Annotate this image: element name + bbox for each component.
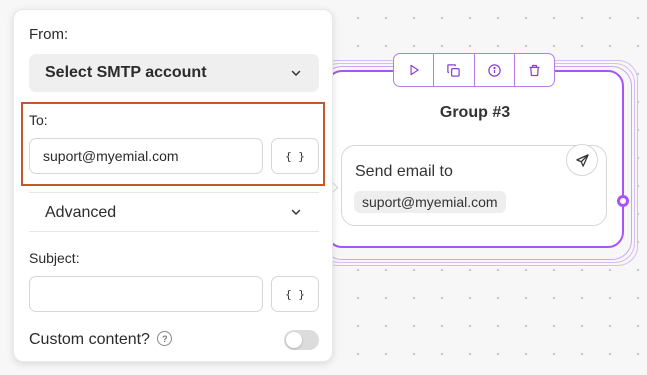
custom-content-label: Custom content? [29, 331, 150, 348]
from-label: From: [29, 26, 69, 43]
advanced-label: Advanced [45, 204, 117, 221]
play-icon [410, 64, 419, 76]
block-email-chip: suport@myemial.com [354, 191, 506, 213]
play-button[interactable] [394, 54, 435, 86]
group-connection-handle[interactable] [617, 195, 629, 207]
chevron-down-icon [291, 209, 301, 215]
subject-input[interactable] [29, 276, 263, 312]
toggle-knob [286, 332, 302, 348]
trash-icon [529, 64, 540, 76]
duplicate-icon [447, 63, 461, 77]
custom-content-row: Custom content? ? [29, 331, 173, 349]
send-icon [575, 153, 589, 167]
duplicate-button[interactable] [434, 54, 475, 86]
to-input-value: suport@myemial.com [43, 148, 179, 164]
to-label: To: [29, 112, 48, 128]
send-email-settings-panel: From: Select SMTP account To: suport@mye… [13, 9, 333, 362]
subject-label: Subject: [29, 250, 80, 266]
delete-button[interactable] [515, 54, 554, 86]
advanced-section-toggle[interactable]: Advanced [29, 192, 319, 232]
block-title: Send email to [355, 163, 453, 180]
subject-variables-button[interactable]: { } [271, 276, 319, 312]
info-button[interactable] [475, 54, 515, 86]
smtp-account-select-label: Select SMTP account [45, 64, 207, 81]
help-icon[interactable]: ? [157, 331, 173, 347]
group-title: Group #3 [439, 104, 511, 121]
to-input[interactable]: suport@myemial.com [29, 138, 263, 174]
info-icon [487, 63, 501, 77]
group-toolbar [393, 53, 555, 87]
smtp-account-select[interactable]: Select SMTP account [29, 54, 319, 92]
to-variables-button[interactable]: { } [271, 138, 319, 174]
send-email-block[interactable]: Send email to suport@myemial.com [341, 144, 607, 226]
send-email-block-icon [566, 144, 598, 176]
chevron-down-icon [291, 70, 301, 76]
custom-content-toggle[interactable] [284, 330, 319, 350]
